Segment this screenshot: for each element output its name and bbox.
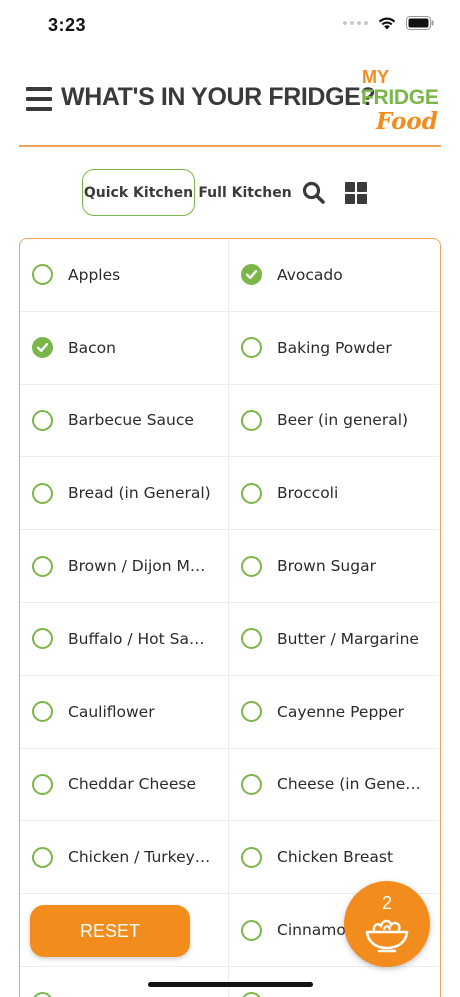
ingredient-label: Brown Sugar — [277, 557, 376, 576]
ingredient-label: Butter / Margarine — [277, 629, 419, 648]
unchecked-circle-icon[interactable] — [32, 701, 53, 723]
unchecked-circle-icon[interactable] — [241, 992, 262, 997]
ingredient-label: Cauliflower — [68, 702, 155, 721]
logo-line-my: MY — [362, 67, 389, 87]
ingredient-label: Brown / Dijon Mustard — [68, 557, 213, 576]
ingredient-label: Chicken / Turkey (in General) — [68, 848, 213, 867]
unchecked-circle-icon[interactable] — [241, 628, 262, 650]
ingredient-item[interactable]: Bacon — [20, 311, 229, 385]
unchecked-circle-icon[interactable] — [32, 992, 53, 997]
unchecked-circle-icon[interactable] — [241, 846, 262, 868]
ingredient-label: Cheese (in General) — [277, 775, 422, 794]
ingredient-item[interactable]: Broccoli — [229, 457, 439, 531]
ingredient-label: Buffalo / Hot Sauce — [68, 629, 213, 648]
ingredient-item[interactable]: Avocado — [229, 239, 439, 312]
ingredient-item[interactable]: Cayenne Pepper — [229, 676, 439, 749]
ingredient-item[interactable]: Bread (in General) — [20, 457, 229, 531]
checked-circle-icon[interactable] — [241, 264, 262, 286]
home-indicator — [148, 982, 313, 987]
ingredient-item[interactable]: Chicken Breast — [229, 821, 439, 895]
ingredient-label: Bacon — [68, 338, 116, 357]
unchecked-circle-icon[interactable] — [32, 482, 53, 504]
grid-view-icon[interactable] — [345, 182, 367, 204]
ingredient-label: Broccoli — [277, 484, 339, 503]
ingredient-label: Cayenne Pepper — [277, 702, 405, 721]
ingredient-item[interactable]: Buffalo / Hot Sauce — [20, 602, 229, 676]
ingredient-item[interactable]: Cheese (in General) — [229, 749, 439, 822]
unchecked-circle-icon[interactable] — [32, 264, 53, 286]
ingredient-label: Apples — [68, 265, 121, 284]
ingredient-label: Barbecue Sauce — [68, 411, 194, 430]
status-bar: 3:23 — [0, 0, 460, 52]
salad-bowl-icon — [365, 919, 409, 953]
unchecked-circle-icon[interactable] — [241, 409, 262, 431]
unchecked-circle-icon[interactable] — [32, 846, 53, 868]
unchecked-circle-icon[interactable] — [241, 337, 262, 359]
ingredient-item[interactable]: Apples — [20, 239, 229, 312]
selected-count: 2 — [381, 893, 392, 913]
signal-icon — [343, 20, 368, 25]
header-divider — [19, 145, 441, 147]
unchecked-circle-icon[interactable] — [241, 919, 262, 941]
logo-line-food: Food — [376, 108, 438, 135]
unchecked-circle-icon[interactable] — [241, 555, 262, 577]
battery-icon — [406, 15, 434, 30]
app-logo: MY FRIDGE Food — [361, 68, 441, 138]
checked-circle-icon[interactable] — [32, 337, 53, 359]
tab-quick-kitchen[interactable]: Quick Kitchen — [82, 169, 195, 216]
app-header: WHAT'S IN YOUR FRIDGE? MY FRIDGE Food — [0, 62, 460, 146]
status-time: 3:23 — [48, 15, 87, 35]
hamburger-menu-icon[interactable] — [26, 87, 52, 111]
ingredient-item[interactable]: Barbecue Sauce — [20, 384, 229, 458]
ingredient-item[interactable]: Cauliflower — [20, 675, 229, 749]
search-icon[interactable] — [301, 180, 327, 206]
reset-button[interactable]: RESET — [30, 905, 190, 957]
selected-ingredients-button[interactable]: 2 — [344, 881, 430, 967]
ingredient-label: Avocado — [277, 265, 343, 284]
unchecked-circle-icon[interactable] — [32, 773, 53, 795]
tab-full-kitchen[interactable]: Full Kitchen — [198, 169, 291, 216]
ingredient-label: Beer (in general) — [277, 411, 409, 430]
kitchen-tabs: Quick Kitchen Full Kitchen — [0, 169, 460, 217]
page-title: WHAT'S IN YOUR FRIDGE? — [61, 83, 376, 111]
ingredient-label: Bread (in General) — [68, 484, 211, 503]
status-icons — [343, 15, 434, 30]
ingredient-item[interactable]: Beer (in general) — [229, 385, 439, 458]
unchecked-circle-icon[interactable] — [32, 628, 53, 650]
ingredient-label: Cheddar Cheese — [68, 775, 196, 794]
unchecked-circle-icon[interactable] — [241, 773, 262, 795]
ingredient-item[interactable]: Baking Powder — [229, 312, 439, 385]
unchecked-circle-icon[interactable] — [241, 701, 262, 723]
ingredient-item[interactable]: Brown Sugar — [229, 530, 439, 603]
ingredient-item[interactable]: Cheddar Cheese — [20, 748, 229, 822]
unchecked-circle-icon[interactable] — [241, 482, 262, 504]
logo-line-fridge: FRIDGE — [361, 86, 439, 109]
wifi-icon — [378, 17, 396, 30]
ingredient-label: Chicken Breast — [277, 848, 394, 867]
unchecked-circle-icon[interactable] — [32, 409, 53, 431]
ingredient-item[interactable]: Chicken / Turkey (in General) — [20, 821, 229, 895]
unchecked-circle-icon[interactable] — [32, 555, 53, 577]
ingredient-item[interactable]: Brown / Dijon Mustard — [20, 530, 229, 603]
ingredient-label: Baking Powder — [277, 338, 392, 357]
ingredient-item[interactable]: Butter / Margarine — [229, 603, 439, 676]
